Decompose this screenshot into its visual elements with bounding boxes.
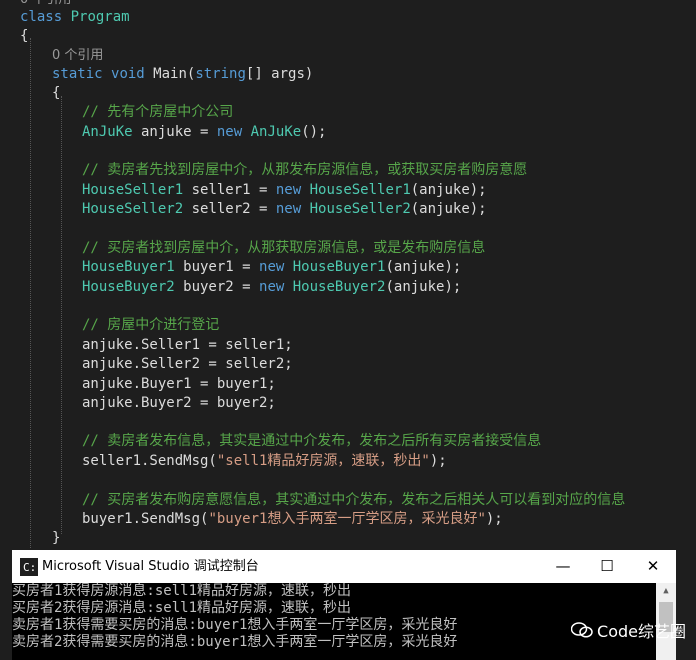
code-line: seller1.SendMsg("sell1精品好房源，速联，秒出");	[82, 453, 447, 469]
watermark-text: Code综艺圈	[597, 622, 686, 641]
code-line: AnJuKe anjuke = new AnJuKe();	[82, 124, 327, 140]
close-button[interactable]: ✕	[630, 550, 676, 583]
code-line: }	[52, 530, 61, 546]
code-line: HouseBuyer1 buyer1 = new HouseBuyer1(anj…	[82, 259, 462, 275]
code-line: {	[52, 85, 61, 101]
reference-count[interactable]: 0 个引用	[52, 46, 103, 66]
console-output-line: 买房者1获得房源消息:sell1精品好房源，速联，秒出	[12, 583, 351, 599]
code-line: HouseSeller2 seller2 = new HouseSeller2(…	[82, 201, 487, 217]
code-line: HouseBuyer2 buyer2 = new HouseBuyer2(anj…	[82, 279, 462, 295]
code-comment: // 买房者找到房屋中介，从那获取房源信息，或是发布购房信息	[82, 240, 486, 256]
code-line: anjuke.Buyer2 = buyer2;	[82, 395, 276, 411]
console-title-bar[interactable]: C: Microsoft Visual Studio 调试控制台 — ☐ ✕	[12, 550, 676, 583]
indent-guide	[30, 38, 31, 548]
code-line: anjuke.Buyer1 = buyer1;	[82, 376, 276, 392]
console-title: Microsoft Visual Studio 调试控制台	[42, 559, 259, 574]
code-comment: // 卖房者先找到房屋中介，从那发布房源信息，或获取买房者购房意愿	[82, 162, 528, 178]
code-line: {	[20, 28, 29, 44]
code-line: static void Main(string[] args)	[52, 66, 314, 82]
code-comment: // 买房者发布购房意愿信息，其实通过中介发布，发布之后相关人可以看到对应的信息	[82, 492, 626, 508]
console-output-line: 买房者2获得房源消息:sell1精品好房源，速联，秒出	[12, 600, 351, 616]
code-editor[interactable]: 0 个引用 class Program { 0 个引用 static void …	[0, 0, 696, 550]
maximize-button[interactable]: ☐	[584, 550, 630, 583]
code-line: anjuke.Seller2 = seller2;	[82, 356, 293, 372]
code-comment: // 卖房者发布信息，其实是通过中介发布，发布之后所有买房者接受信息	[82, 433, 542, 449]
scroll-up-arrow[interactable]: ▲	[656, 583, 676, 600]
console-output-line: 卖房者1获得需要买房的消息:buyer1想入手两室一厅学区房，采光良好	[12, 617, 458, 633]
indent-guide	[61, 96, 62, 534]
console-output-line: 卖房者2获得需要买房的消息:buyer1想入手两室一厅学区房，采光良好	[12, 634, 458, 650]
debug-console-window[interactable]: C: Microsoft Visual Studio 调试控制台 — ☐ ✕ 买…	[12, 550, 676, 660]
code-line: anjuke.Seller1 = seller1;	[82, 337, 293, 353]
minimize-button[interactable]: —	[540, 550, 586, 583]
code-comment: // 先有个房屋中介公司	[82, 104, 234, 120]
code-comment: // 房屋中介进行登记	[82, 317, 220, 333]
visual-studio-icon: C:	[20, 558, 38, 576]
code-line: class Program	[20, 9, 130, 25]
wechat-icon	[571, 622, 593, 638]
watermark: Code综艺圈	[571, 618, 686, 642]
svg-text:C:: C:	[23, 561, 36, 574]
code-line: buyer1.SendMsg("buyer1想入手两室一厅学区房，采光良好");	[82, 511, 503, 527]
code-line: HouseSeller1 seller1 = new HouseSeller1(…	[82, 182, 487, 198]
console-output[interactable]: 买房者1获得房源消息:sell1精品好房源，速联，秒出 买房者2获得房源消息:s…	[12, 583, 654, 660]
